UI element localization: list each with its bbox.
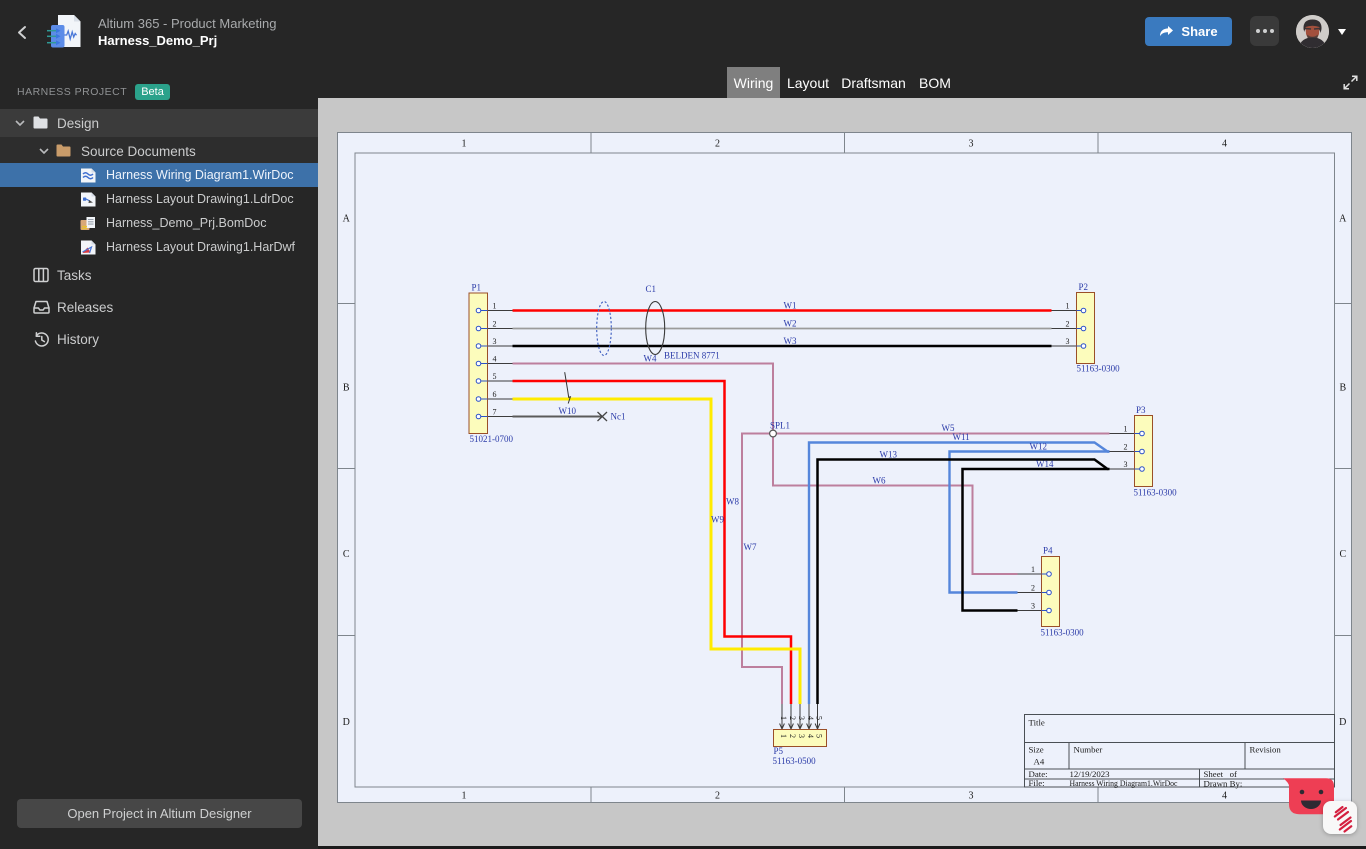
- svg-text:1: 1: [1066, 302, 1070, 311]
- svg-text:3: 3: [1066, 337, 1070, 346]
- svg-text:3: 3: [1124, 460, 1128, 469]
- svg-text:2: 2: [715, 139, 720, 150]
- svg-text:5: 5: [815, 734, 824, 738]
- svg-text:B: B: [1339, 383, 1346, 394]
- svg-text:W14: W14: [1036, 459, 1054, 469]
- svg-text:W10: W10: [559, 406, 577, 416]
- svg-text:4: 4: [1222, 791, 1227, 802]
- svg-text:A: A: [343, 214, 351, 225]
- svg-text:5: 5: [493, 372, 497, 381]
- svg-text:Number: Number: [1074, 745, 1103, 755]
- svg-text:2: 2: [493, 320, 497, 329]
- svg-text:W4: W4: [644, 354, 657, 364]
- svg-text:4: 4: [493, 355, 497, 364]
- svg-text:A4: A4: [1034, 757, 1045, 767]
- svg-text:51163-0300: 51163-0300: [1041, 628, 1085, 638]
- svg-text:C1: C1: [646, 284, 657, 294]
- svg-text:Nc1: Nc1: [611, 412, 626, 422]
- svg-text:Size: Size: [1029, 745, 1044, 755]
- svg-text:2: 2: [715, 791, 720, 802]
- svg-text:W2: W2: [784, 319, 797, 329]
- svg-text:51163-0300: 51163-0300: [1077, 364, 1121, 374]
- svg-text:4: 4: [1222, 139, 1227, 150]
- svg-text:3: 3: [797, 734, 806, 738]
- svg-text:W7: W7: [744, 542, 757, 552]
- svg-text:P2: P2: [1079, 282, 1089, 292]
- svg-text:1: 1: [462, 139, 467, 150]
- svg-text:1: 1: [462, 791, 467, 802]
- svg-text:Title: Title: [1029, 718, 1045, 728]
- svg-text:P4: P4: [1043, 546, 1053, 556]
- svg-text:2: 2: [1031, 584, 1035, 593]
- svg-text:4: 4: [806, 716, 815, 720]
- svg-text:3: 3: [969, 139, 974, 150]
- svg-text:2: 2: [1066, 320, 1070, 329]
- svg-text:P1: P1: [472, 283, 482, 293]
- svg-text:W11: W11: [953, 432, 970, 442]
- svg-text:C: C: [343, 549, 350, 560]
- svg-text:SPL1: SPL1: [770, 421, 790, 431]
- svg-text:Harness Wiring Diagram1.WirDoc: Harness Wiring Diagram1.WirDoc: [1070, 778, 1178, 788]
- svg-text:W8: W8: [726, 497, 739, 507]
- svg-text:W12: W12: [1030, 442, 1048, 452]
- svg-text:W13: W13: [880, 450, 898, 460]
- svg-text:51163-0300: 51163-0300: [1134, 488, 1178, 498]
- svg-text:Sheet of: Sheet of: [1204, 769, 1238, 779]
- svg-text:1: 1: [779, 716, 788, 720]
- svg-text:1: 1: [493, 302, 497, 311]
- svg-text:C: C: [1339, 549, 1346, 560]
- svg-text:D: D: [1339, 717, 1346, 728]
- svg-text:3: 3: [969, 791, 974, 802]
- svg-text:6: 6: [493, 390, 497, 399]
- svg-text:2: 2: [788, 734, 797, 738]
- svg-text:P5: P5: [774, 746, 784, 756]
- svg-text:51163-0500: 51163-0500: [773, 756, 817, 766]
- svg-text:W6: W6: [873, 476, 886, 486]
- svg-text:1: 1: [779, 734, 788, 738]
- svg-text:2: 2: [788, 716, 797, 720]
- svg-text:1: 1: [1124, 425, 1128, 434]
- svg-text:W1: W1: [784, 301, 797, 311]
- svg-text:D: D: [343, 717, 350, 728]
- svg-text:File:: File:: [1029, 778, 1045, 788]
- svg-text:2: 2: [1124, 443, 1128, 452]
- svg-text:B: B: [343, 383, 350, 394]
- svg-text:P3: P3: [1136, 405, 1146, 415]
- svg-text:Drawn By:: Drawn By:: [1204, 779, 1243, 789]
- svg-text:51021-0700: 51021-0700: [470, 434, 514, 444]
- svg-text:1: 1: [1031, 565, 1035, 574]
- svg-text:Revision: Revision: [1250, 745, 1282, 755]
- svg-text:5: 5: [815, 716, 824, 720]
- svg-text:3: 3: [493, 337, 497, 346]
- svg-text:7: 7: [493, 408, 497, 417]
- svg-text:3: 3: [1031, 602, 1035, 611]
- svg-text:W3: W3: [784, 336, 797, 346]
- svg-text:4: 4: [806, 734, 815, 738]
- svg-text:W9: W9: [711, 515, 724, 525]
- svg-text:BELDEN 8771: BELDEN 8771: [664, 351, 720, 361]
- svg-text:3: 3: [797, 716, 806, 720]
- svg-text:A: A: [1339, 214, 1347, 225]
